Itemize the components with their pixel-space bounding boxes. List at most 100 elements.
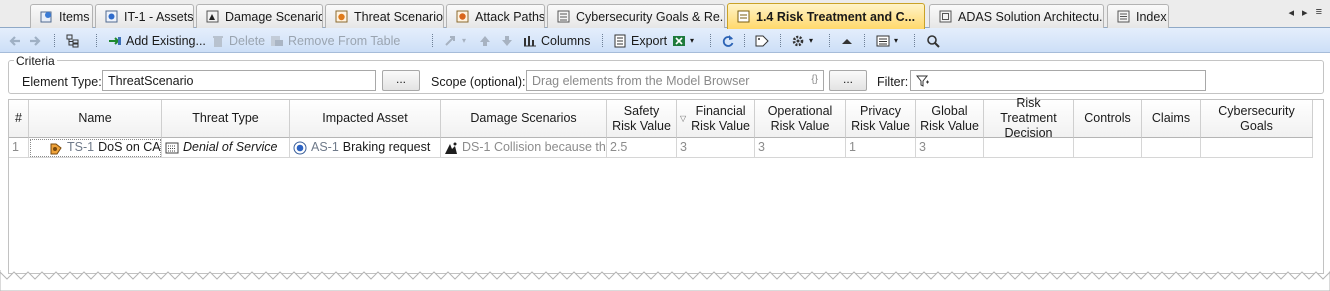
row-number-cell[interactable]: 1 (9, 138, 29, 158)
tab-label: IT-1 - Assets (124, 9, 194, 24)
tab-index[interactable]: Index (1107, 4, 1169, 28)
column-header-cybersecurity-goals[interactable]: Cybersecurity Goals (1201, 100, 1313, 138)
controls-cell[interactable] (1074, 138, 1142, 158)
attack-icon (455, 9, 470, 24)
tab-assets[interactable]: IT-1 - Assets (95, 4, 194, 28)
tag-icon (755, 34, 769, 48)
global-risk-cell[interactable]: 3 (916, 138, 984, 158)
impacted-asset-cell[interactable]: AS-1 Braking request (290, 138, 441, 158)
threat-icon (334, 9, 349, 24)
damage-scenario-icon (444, 141, 458, 155)
gear-icon (791, 34, 805, 48)
column-header-privacy-risk[interactable]: Privacy Risk Value (846, 100, 916, 138)
search-button[interactable] (926, 31, 940, 50)
export-button[interactable]: Export (613, 31, 667, 50)
add-existing-icon (108, 34, 122, 48)
scope-field[interactable]: Drag elements from the Model Browser {} (526, 70, 824, 91)
tab-label: Attack Paths (475, 9, 545, 24)
move-up-button[interactable] (478, 31, 492, 50)
layout-button[interactable]: ▾ (876, 31, 898, 50)
sort-indicator-icon: ▽ (680, 114, 687, 123)
column-header-controls[interactable]: Controls (1074, 100, 1142, 138)
column-header-threat-type[interactable]: Threat Type (162, 100, 290, 138)
chevron-down-icon: ▾ (894, 36, 899, 45)
toolbar-separator (54, 34, 56, 47)
toolbar-separator (96, 34, 98, 47)
collapse-button[interactable] (840, 31, 854, 50)
risk-treatment-table: # Name Threat Type Impacted Asset Damage… (8, 96, 1324, 274)
filter-field[interactable] (910, 70, 1206, 91)
move-down-button[interactable] (500, 31, 514, 50)
toolbar-separator (829, 34, 831, 47)
tab-prev-icon[interactable]: ◂ (1289, 6, 1295, 19)
column-header-global-risk[interactable]: Global Risk Value (916, 100, 984, 138)
tab-label: ADAS Solution Architectu... (958, 9, 1104, 24)
toolbar-separator (914, 34, 916, 47)
arrow-down-icon (500, 34, 514, 48)
column-header-impacted-asset[interactable]: Impacted Asset (290, 100, 441, 138)
tab-adas-architecture[interactable]: ADAS Solution Architectu... (929, 4, 1104, 28)
scope-browse-button[interactable]: ... (829, 70, 867, 91)
tag-button[interactable] (755, 31, 769, 50)
safety-risk-cell[interactable]: 2.5 (607, 138, 677, 158)
toolbar-separator (602, 34, 604, 47)
tab-items[interactable]: Items (30, 4, 93, 28)
refresh-icon (721, 34, 735, 48)
element-type-field[interactable]: ThreatScenario (102, 70, 376, 91)
threat-type-cell[interactable]: Denial of Service (162, 138, 290, 158)
column-header-claims[interactable]: Claims (1142, 100, 1201, 138)
tab-damage-scenarios[interactable]: Damage Scenarios (196, 4, 323, 28)
refresh-button[interactable] (721, 31, 735, 50)
arrow-right-icon (28, 34, 42, 48)
tab-threat-scenarios[interactable]: Threat Scenarios (325, 4, 444, 28)
excel-export-button[interactable]: ▾ (672, 31, 694, 50)
settings-button[interactable]: ▾ (791, 31, 813, 50)
tree-view-button[interactable] (66, 31, 80, 50)
columns-button[interactable]: Columns (523, 31, 590, 50)
column-header-financial-risk[interactable]: ▽ Financial Risk Value (677, 100, 755, 138)
column-header-risk-decision[interactable]: Risk Treatment Decision (984, 96, 1074, 140)
index-icon (1116, 9, 1131, 24)
asset-icon (293, 141, 307, 155)
risk-decision-cell[interactable] (984, 138, 1074, 158)
forward-button[interactable] (28, 31, 42, 50)
editor-tab-bar: Items IT-1 - Assets Damage Scenarios Thr… (0, 0, 1330, 29)
tab-label: Threat Scenarios (354, 9, 444, 24)
back-button[interactable] (8, 31, 22, 50)
tab-list-icon[interactable]: ≡ (1316, 6, 1322, 19)
torn-edge (0, 270, 1330, 291)
tab-attack-paths[interactable]: Attack Paths (446, 4, 545, 28)
column-header-name[interactable]: Name (29, 100, 162, 138)
navigate-button[interactable]: ▾ (444, 31, 466, 50)
column-header-safety-risk[interactable]: Safety Risk Value (607, 100, 677, 138)
tab-label: Cybersecurity Goals & Re... (576, 9, 725, 24)
add-existing-button[interactable]: Add Existing... (108, 31, 206, 50)
damage-scenario-cell[interactable]: DS-1 Collision because thei (441, 138, 607, 158)
tab-risk-treatment[interactable]: 1.4 Risk Treatment and C... ✕ (727, 3, 925, 29)
element-type-browse-button[interactable]: ... (382, 70, 420, 91)
toolbar-separator (744, 34, 746, 47)
criteria-title: Criteria (14, 54, 57, 68)
name-cell[interactable]: TS-1 DoS on CAI (29, 138, 162, 158)
privacy-risk-cell[interactable]: 1 (846, 138, 916, 158)
claims-cell[interactable] (1142, 138, 1201, 158)
filter-icon[interactable] (915, 74, 930, 88)
damage-icon (205, 9, 220, 24)
delete-button[interactable]: Delete (211, 31, 265, 50)
column-header-number[interactable]: # (9, 100, 29, 138)
goals-icon (556, 9, 571, 24)
column-header-damage-scenarios[interactable]: Damage Scenarios (441, 100, 607, 138)
chevron-down-icon: ▾ (462, 36, 467, 45)
table-toolbar: Add Existing... Delete Remove From Table… (0, 28, 1330, 53)
tab-cybersecurity-goals[interactable]: Cybersecurity Goals & Re... (547, 4, 725, 28)
clear-scope-icon[interactable]: {} (811, 74, 818, 85)
tab-next-icon[interactable]: ▸ (1302, 6, 1308, 19)
toolbar-separator (432, 34, 434, 47)
cybersecurity-goals-cell[interactable] (1201, 138, 1313, 158)
financial-risk-cell[interactable]: 3 (677, 138, 755, 158)
remove-from-table-button[interactable]: Remove From Table (270, 31, 400, 50)
arrow-left-icon (8, 34, 22, 48)
chevron-down-icon: ▾ (809, 36, 814, 45)
operational-risk-cell[interactable]: 3 (755, 138, 846, 158)
column-header-operational-risk[interactable]: Operational Risk Value (755, 100, 846, 138)
